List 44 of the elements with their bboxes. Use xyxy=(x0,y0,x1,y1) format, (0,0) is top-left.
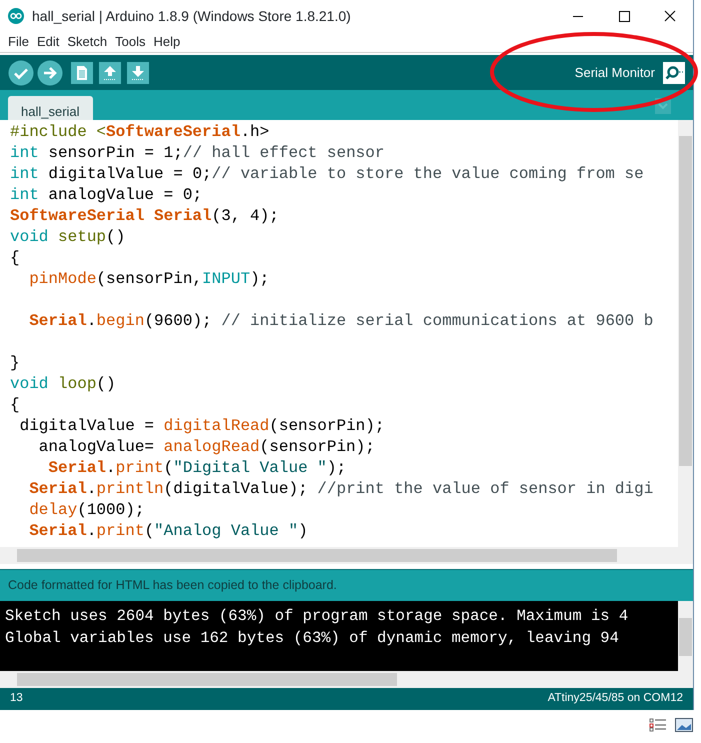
code-line: int sensorPin = 1;// hall effect sensor xyxy=(10,143,384,164)
line-number: 13 xyxy=(10,691,23,706)
console-line: Sketch uses 2604 bytes (63%) of program storage space. Maximum is 4 xyxy=(5,606,628,627)
app-logo-icon xyxy=(8,8,24,24)
code-line: Serial.println(digitalValue); //print the value of sensor in digi xyxy=(28,479,654,500)
verify-button[interactable] xyxy=(8,60,34,86)
menu-item[interactable]: Sketch xyxy=(63,32,112,52)
code-line: #include <SoftwareSerial.h> xyxy=(10,122,270,143)
code-line: } xyxy=(10,353,20,374)
code-line: void loop() xyxy=(10,374,116,395)
window-title: hall_serial | Arduino 1.8.9 (Windows Store 1.8.21.0) xyxy=(32,6,351,26)
console-line: Global variables use 162 bytes (63%) of dynamic memory, leaving 94 xyxy=(5,628,619,649)
code-line: Serial.print("Analog Value ") xyxy=(28,521,308,542)
horizontal-scrollbar[interactable] xyxy=(0,671,693,688)
code-line: int digitalValue = 0;// variable to store the value coming from se xyxy=(10,164,644,185)
menu-item[interactable]: Tools xyxy=(111,32,150,52)
code-line: void setup() xyxy=(10,227,126,248)
status-message: Code formatted for HTML has been copied to the clipboard. xyxy=(8,577,337,594)
code-line: pinMode(sensorPin,INPUT); xyxy=(28,269,270,290)
vertical-scrollbar[interactable] xyxy=(678,120,693,547)
open-button[interactable] xyxy=(99,62,121,84)
board-port-label: ATtiny25/45/85 on COM12 xyxy=(548,691,683,706)
vertical-scrollbar[interactable] xyxy=(678,601,693,671)
new-sketch-button[interactable] xyxy=(71,62,93,84)
code-line: { xyxy=(10,395,20,416)
code-line: digitalValue = digitalRead(sensorPin); xyxy=(18,416,384,437)
serial-monitor-label: Serial Monitor xyxy=(574,64,655,82)
serial-monitor-button[interactable] xyxy=(663,62,685,84)
tab[interactable]: hall_serial xyxy=(8,96,93,120)
code-line: delay(1000); xyxy=(28,500,144,521)
code-line: { xyxy=(10,248,20,269)
save-button[interactable] xyxy=(127,62,149,84)
code-line: analogValue= analogRead(sensorPin); xyxy=(38,437,375,458)
code-line: Serial.begin(9600); // initialize serial communications at 9600 b xyxy=(28,311,654,332)
menu-item[interactable]: Help xyxy=(149,32,184,52)
code-line: SoftwareSerial Serial(3, 4); xyxy=(10,206,279,227)
horizontal-scrollbar[interactable] xyxy=(0,547,693,564)
upload-button[interactable] xyxy=(37,60,63,86)
code-line: Serial.print("Digital Value "); xyxy=(47,458,346,479)
picture-view-icon[interactable] xyxy=(675,718,693,732)
list-view-icon[interactable] xyxy=(649,718,667,732)
menu-item[interactable]: Edit xyxy=(32,32,64,52)
menu-item[interactable]: File xyxy=(4,32,33,52)
code-line: int analogValue = 0; xyxy=(10,185,202,206)
